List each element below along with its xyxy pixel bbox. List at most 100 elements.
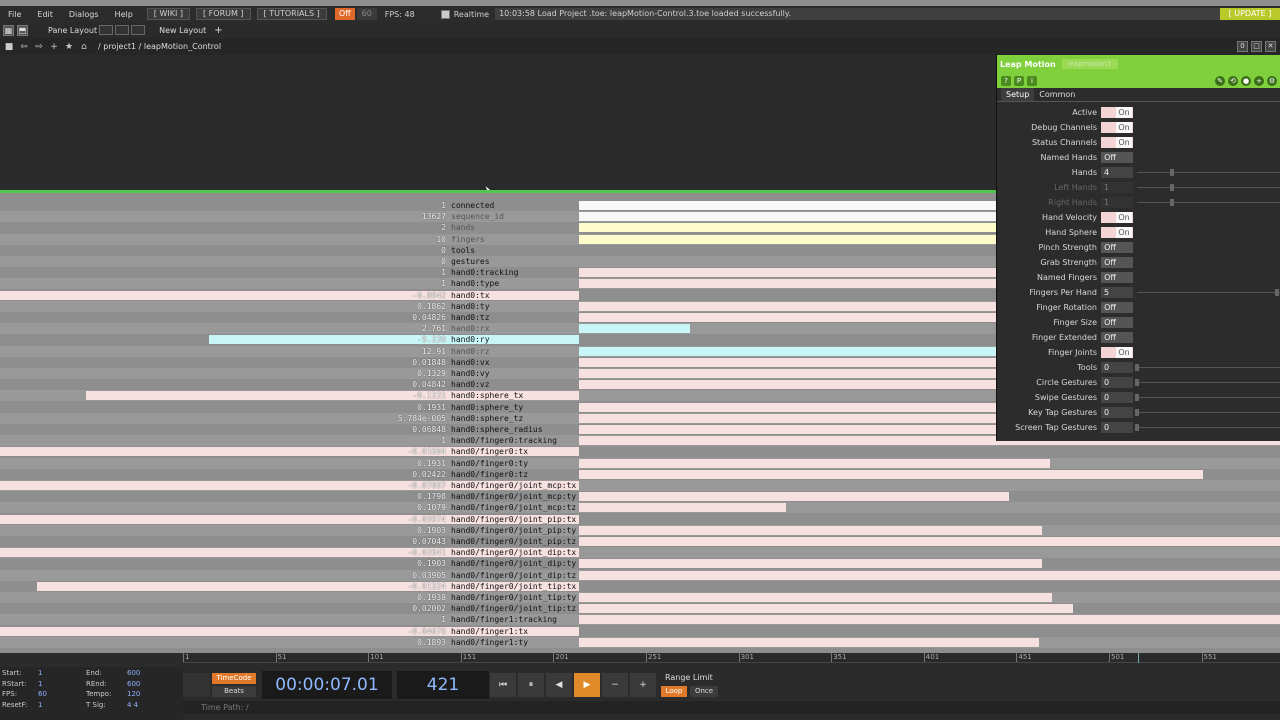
param-number-field[interactable]: 0: [1101, 362, 1133, 373]
pane-number[interactable]: 0: [1237, 41, 1248, 52]
add-layout-button[interactable]: +: [214, 25, 222, 36]
param-number-field[interactable]: 0: [1101, 377, 1133, 388]
param-toggle[interactable]: Off: [1101, 242, 1133, 253]
param-toggle[interactable]: On: [1101, 107, 1133, 118]
param-toggle[interactable]: Off: [1101, 317, 1133, 328]
channel-row[interactable]: 0.02422 hand0/finger0:tz: [0, 469, 1280, 480]
python-help-icon[interactable]: P: [1014, 75, 1024, 86]
param-toggle[interactable]: Off: [1101, 302, 1133, 313]
param-number-field[interactable]: 1: [1101, 182, 1133, 193]
channel-row[interactable]: 0.1938 hand0/finger0/joint_tip:ty: [0, 592, 1280, 603]
channel-row[interactable]: -0.01324 hand0/finger0/joint_tip:tx: [0, 581, 1280, 592]
param-slider[interactable]: [1135, 409, 1280, 416]
param-toggle[interactable]: On: [1101, 347, 1133, 358]
param-slider-knob[interactable]: [1170, 199, 1174, 206]
network-path-breadcrumb[interactable]: / project1 / leapMotion_Control: [98, 42, 221, 51]
param-slider[interactable]: [1135, 424, 1280, 431]
param-number-field[interactable]: 0: [1101, 407, 1133, 418]
param-slider-knob[interactable]: [1275, 289, 1279, 296]
channel-row[interactable]: 0.1931 hand0/finger0:ty: [0, 457, 1280, 469]
time-setting-value[interactable]: 600: [127, 680, 140, 688]
once-button[interactable]: Once: [690, 686, 718, 697]
forum-button[interactable]: [ FORUM ]: [196, 8, 251, 20]
param-toggle[interactable]: Off: [1101, 152, 1133, 163]
viewer-pane[interactable]: [0, 55, 996, 195]
time-setting-value[interactable]: 1: [38, 701, 42, 709]
param-toggle[interactable]: On: [1101, 137, 1133, 148]
channel-row[interactable]: 0.03905 hand0/finger0/joint_dip:tz: [0, 569, 1280, 581]
param-slider-knob[interactable]: [1135, 409, 1139, 416]
timecode-mode-button[interactable]: TimeCode: [212, 673, 256, 684]
channel-row[interactable]: -0.07097 hand0/finger0/joint_mcp:tx: [0, 480, 1280, 491]
forward-icon[interactable]: ⇨: [33, 41, 45, 53]
param-slider[interactable]: [1135, 394, 1280, 401]
playhead[interactable]: [1138, 653, 1139, 663]
back-icon[interactable]: ⇦: [18, 41, 30, 53]
param-toggle[interactable]: On: [1101, 227, 1133, 238]
rewind-button[interactable]: ⏮: [490, 673, 516, 697]
pane-split-2-icon[interactable]: [115, 25, 130, 35]
maximize-pane-icon[interactable]: □: [1251, 41, 1262, 52]
time-setting-value[interactable]: 60: [38, 690, 47, 698]
menu-dialogs[interactable]: Dialogs: [61, 10, 107, 19]
tab-setup[interactable]: Setup: [1001, 88, 1035, 101]
param-slider-knob[interactable]: [1170, 169, 1174, 176]
channel-row[interactable]: 0.1903 hand0/finger0/joint_dip:ty: [0, 558, 1280, 569]
param-toggle[interactable]: On: [1101, 212, 1133, 223]
info-icon[interactable]: i: [1027, 75, 1037, 86]
stop-icon[interactable]: ■: [3, 41, 15, 53]
param-slider-knob[interactable]: [1135, 424, 1139, 431]
realtime-checkbox[interactable]: [440, 9, 450, 19]
channel-row[interactable]: 0.02002 hand0/finger0/joint_tip:tz: [0, 603, 1280, 614]
param-slider[interactable]: [1137, 169, 1280, 176]
tab-common[interactable]: Common: [1034, 88, 1080, 101]
update-button[interactable]: [ UPDATE ]: [1220, 8, 1280, 20]
channel-row[interactable]: 0.1079 hand0/finger0/joint_mcp:tz: [0, 502, 1280, 514]
param-toggle[interactable]: On: [1101, 122, 1133, 133]
param-slider-knob[interactable]: [1135, 394, 1139, 401]
timecode-display[interactable]: 00:00:07.01: [262, 671, 392, 699]
clone-icon[interactable]: ⟲: [1228, 75, 1238, 86]
param-number-field[interactable]: 0: [1101, 422, 1133, 433]
time-ruler[interactable]: 15110115120125130135140145150155160: [183, 653, 1280, 663]
close-pane-icon[interactable]: ✕: [1265, 41, 1276, 52]
play-button[interactable]: ▶: [574, 673, 600, 697]
home-icon[interactable]: ⌂: [78, 41, 90, 53]
pause-button[interactable]: ⏸: [518, 673, 544, 697]
time-setting-value[interactable]: 1: [38, 669, 42, 677]
channel-row[interactable]: 0.07043 hand0/finger0/joint_pip:tz: [0, 536, 1280, 547]
channel-row[interactable]: 0.1893 hand0/finger1:ty: [0, 636, 1280, 648]
bookmark-star-icon[interactable]: ★: [63, 41, 75, 53]
perform-mode-toggle[interactable]: Off: [334, 8, 355, 20]
param-slider[interactable]: [1137, 289, 1280, 296]
channel-row[interactable]: 0.1798 hand0/finger0/joint_mcp:ty: [0, 491, 1280, 502]
time-setting-value[interactable]: 600: [127, 669, 140, 677]
pane-split-3-icon[interactable]: [131, 25, 146, 35]
loop-button[interactable]: Loop: [661, 686, 687, 697]
param-slider-knob[interactable]: [1135, 364, 1139, 371]
timeline-options-button[interactable]: [183, 673, 210, 697]
param-number-field[interactable]: 1: [1101, 197, 1133, 208]
play-reverse-button[interactable]: ◀: [546, 673, 572, 697]
param-toggle[interactable]: Off: [1101, 257, 1133, 268]
step-back-button[interactable]: −: [602, 673, 628, 697]
operator-name-field[interactable]: leapmotion1: [1061, 59, 1118, 69]
channel-row[interactable]: -0.03974 hand0/finger0/joint_pip:tx: [0, 514, 1280, 525]
param-number-field[interactable]: 4: [1101, 167, 1133, 178]
channel-row[interactable]: -0.04076 hand0/finger1:tx: [0, 626, 1280, 637]
param-slider[interactable]: [1135, 364, 1280, 371]
step-forward-button[interactable]: +: [630, 673, 656, 697]
new-layout-tab[interactable]: New Layout: [159, 26, 206, 35]
param-number-field[interactable]: 0: [1101, 392, 1133, 403]
time-setting-value[interactable]: 120: [127, 690, 140, 698]
menu-help[interactable]: Help: [107, 10, 141, 19]
channel-row[interactable]: -0.01684 hand0/finger0:tx: [0, 446, 1280, 457]
help-icon[interactable]: ?: [1001, 75, 1011, 86]
menu-file[interactable]: File: [0, 10, 29, 19]
beats-mode-button[interactable]: Beats: [212, 686, 256, 697]
add-icon[interactable]: +: [48, 41, 60, 53]
param-slider[interactable]: [1135, 379, 1280, 386]
pane-split-1-icon[interactable]: [99, 25, 114, 35]
fps-cap[interactable]: 60: [356, 8, 377, 20]
frame-display[interactable]: 421: [397, 671, 489, 699]
